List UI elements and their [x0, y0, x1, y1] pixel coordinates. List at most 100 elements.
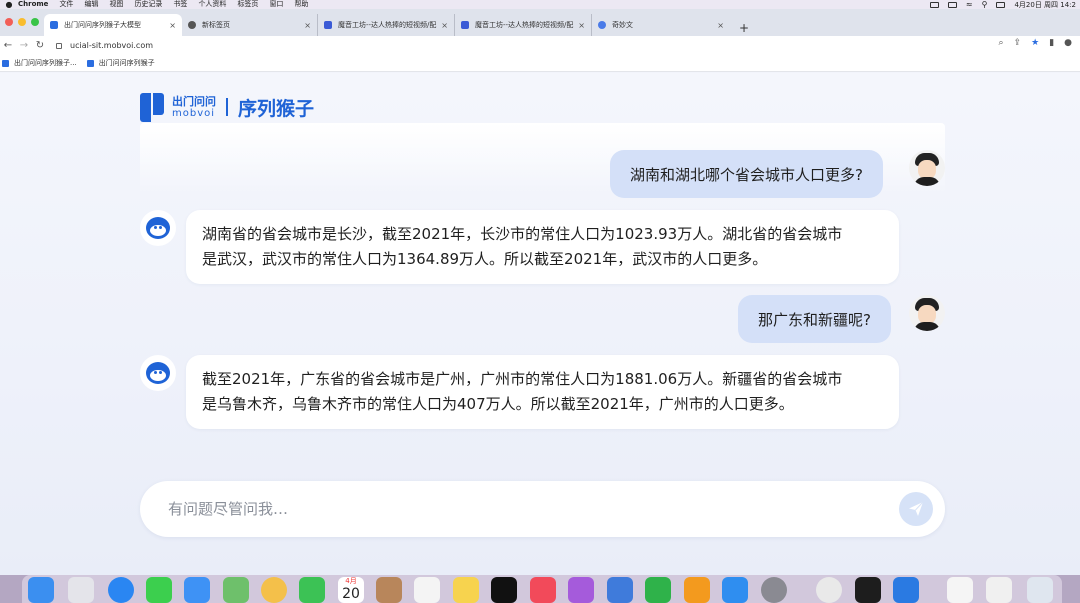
tab-new-tab[interactable]: 新标签页 × [182, 14, 318, 36]
facetime-icon[interactable] [299, 577, 325, 603]
address-toolbar: ← → ↻ ucial-sit.mobvoi.com ⌕ ⇪ ★ ▮ ● [0, 36, 1080, 55]
apple-menu-icon[interactable]: ● [0, 0, 18, 9]
bot-message: 湖南省的省会城市是长沙，截至2021年，长沙市的常住人口为1023.93万人。湖… [186, 210, 899, 284]
menu-window[interactable]: 窗口 [269, 0, 283, 9]
close-window-button[interactable] [5, 18, 13, 26]
message-text: 那广东和新疆呢? [758, 310, 871, 329]
menu-edit[interactable]: 编辑 [84, 0, 98, 9]
logo-en-text: mobvoi [172, 107, 216, 119]
user-avatar [909, 295, 945, 331]
tab-label: 魔音工坊--达人热捧的短视频/配 [475, 21, 574, 29]
send-button[interactable] [899, 492, 933, 526]
browser-tab-strip: 出门问问序列猴子大模型 × 新标签页 × 魔音工坊--达人热捧的短视频/配 × … [0, 9, 1080, 36]
moyin-icon [461, 21, 469, 29]
calendar-day: 20 [342, 586, 360, 602]
bookmark-favicon-icon [86, 59, 94, 67]
user-avatar [909, 150, 945, 186]
tab-qimiaowen[interactable]: 奇妙文 × [592, 14, 730, 36]
music-icon[interactable] [530, 577, 556, 603]
menu-view[interactable]: 视图 [109, 0, 123, 9]
mobvoi-logo[interactable]: 出门问问 mobvoi 序列猴子 [140, 91, 314, 123]
podcasts-icon[interactable] [568, 577, 594, 603]
system-settings-icon[interactable] [761, 577, 787, 603]
message-line: 湖南省的省会城市是长沙，截至2021年，长沙市的常住人口为1023.93万人。湖… [202, 225, 843, 243]
bot-avatar [140, 355, 176, 391]
share-icon[interactable]: ⇪ [1014, 38, 1022, 48]
menu-tab[interactable]: 标签页 [237, 0, 258, 9]
contacts-icon[interactable] [376, 577, 402, 603]
menu-file[interactable]: 文件 [59, 0, 73, 9]
bookmark-star-icon[interactable]: ★ [1031, 38, 1039, 48]
reload-icon[interactable]: ↻ [32, 40, 48, 51]
maps-icon[interactable] [223, 577, 249, 603]
minimize-window-button[interactable] [18, 18, 26, 26]
address-input[interactable]: ucial-sit.mobvoi.com [56, 39, 153, 52]
zoom-icon[interactable]: ⌕ [999, 38, 1004, 48]
menu-profile[interactable]: 个人资料 [198, 0, 226, 9]
app-icon[interactable] [893, 577, 919, 603]
close-tab-icon[interactable]: × [578, 21, 585, 30]
tab-label: 新标签页 [202, 21, 230, 29]
app-store-icon[interactable] [722, 577, 748, 603]
profile-icon[interactable]: ● [1064, 38, 1072, 48]
control-center-icon[interactable] [996, 1, 1006, 8]
window-thumbnail-icon[interactable] [986, 577, 1012, 603]
lock-icon[interactable] [56, 42, 62, 49]
search-icon[interactable]: ⚲ [982, 0, 988, 9]
pages-icon[interactable] [684, 577, 710, 603]
message-line: 是乌鲁木齐，乌鲁木齐市的常住人口为407万人。所以截至2021年，广州市的人口更… [202, 395, 794, 413]
finder-icon[interactable] [28, 577, 54, 603]
window-thumbnail-icon[interactable] [947, 577, 973, 603]
terminal-icon[interactable] [855, 577, 881, 603]
apple-tv-icon[interactable] [491, 577, 517, 603]
user-message: 湖南和湖北哪个省会城市人口更多? [610, 150, 883, 198]
battery-icon[interactable] [947, 1, 957, 8]
chat-input[interactable] [168, 500, 848, 518]
messages-icon[interactable] [146, 577, 172, 603]
chat-input-box [140, 481, 945, 537]
safari-icon[interactable] [108, 577, 134, 603]
qimiaowen-icon [598, 21, 606, 29]
calendar-icon[interactable]: 4月 20 [338, 577, 364, 603]
logo-cn-text: 出门问问 [172, 94, 216, 108]
product-title: 序列猴子 [238, 97, 315, 120]
back-icon[interactable]: ← [0, 40, 16, 51]
wifi-icon[interactable]: ≈ [966, 0, 973, 9]
close-tab-icon[interactable]: × [441, 21, 448, 30]
numbers-icon[interactable] [645, 577, 671, 603]
mobvoi-logo-icon [140, 91, 166, 123]
menu-history[interactable]: 历史记录 [134, 0, 162, 9]
close-tab-icon[interactable]: × [169, 21, 176, 30]
photos-icon[interactable] [261, 577, 287, 603]
menu-help[interactable]: 帮助 [294, 0, 308, 9]
macos-dock: 4月 20 [0, 575, 1080, 603]
maximize-window-button[interactable] [31, 18, 39, 26]
chrome-dock-icon[interactable] [816, 577, 842, 603]
menu-bookmarks[interactable]: 书签 [173, 0, 187, 9]
sidepanel-icon[interactable]: ▮ [1049, 38, 1054, 48]
close-tab-icon[interactable]: × [304, 21, 311, 30]
trash-icon[interactable] [1027, 577, 1053, 603]
keynote-icon[interactable] [607, 577, 633, 603]
mail-icon[interactable] [184, 577, 210, 603]
notes-icon[interactable] [453, 577, 479, 603]
menu-app-chrome[interactable]: Chrome [18, 0, 48, 9]
reminders-icon[interactable] [414, 577, 440, 603]
tab-moyin-2[interactable]: 魔音工坊--达人热捧的短视频/配 × [455, 14, 592, 36]
chrome-icon [188, 21, 196, 29]
tab-moyin-1[interactable]: 魔音工坊--达人热捧的短视频/配 × [318, 14, 455, 36]
logo-divider [226, 98, 228, 116]
bookmarks-bar: 出门问问序列猴子... 出门问问序列猴子 [0, 55, 1080, 72]
address-actions: ⌕ ⇪ ★ ▮ ● [999, 38, 1072, 48]
close-tab-icon[interactable]: × [717, 21, 724, 30]
new-tab-button[interactable]: + [739, 21, 749, 35]
forward-icon[interactable]: → [16, 40, 32, 51]
tab-label: 魔音工坊--达人热捧的短视频/配 [338, 21, 437, 29]
tab-mobvoi-model[interactable]: 出门问问序列猴子大模型 × [44, 14, 182, 36]
bookmark-item[interactable]: 出门问问序列猴子 [86, 58, 155, 68]
bookmark-item[interactable]: 出门问问序列猴子... [2, 58, 77, 68]
bookmark-label: 出门问问序列猴子 [98, 59, 155, 67]
monkey-icon [146, 217, 170, 239]
launchpad-icon[interactable] [68, 577, 94, 603]
status-icon[interactable] [929, 1, 939, 8]
